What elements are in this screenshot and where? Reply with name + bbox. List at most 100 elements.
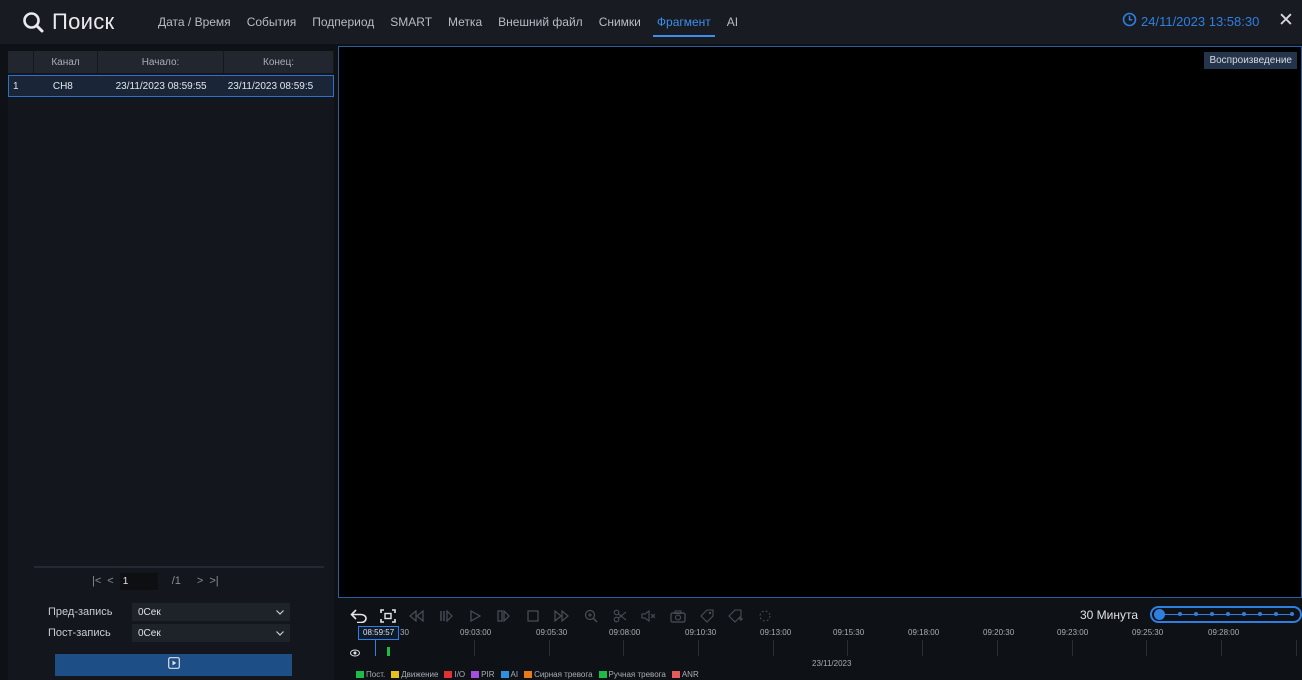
tick-label: 09:03:00 xyxy=(460,628,492,637)
clip-icon[interactable] xyxy=(605,604,634,628)
tab-smart[interactable]: SMART xyxy=(382,0,440,44)
post-record-select[interactable]: 0Сек xyxy=(132,624,290,642)
legend-item: PIR xyxy=(471,670,495,679)
legend-label: ANR xyxy=(681,670,699,679)
next-page-button[interactable]: > xyxy=(197,575,203,587)
first-page-button[interactable]: |< xyxy=(92,575,101,587)
file-list-panel: Канал Начало: Конец: 1 CH8 23/11/2023 08… xyxy=(8,51,334,680)
timeline-zoom-label: 30 Минута xyxy=(1080,608,1139,622)
page-number-input[interactable] xyxy=(119,572,158,590)
fast-forward-icon[interactable] xyxy=(547,604,576,628)
legend-item: Движение xyxy=(391,670,438,679)
control-icons xyxy=(344,604,779,628)
header-end[interactable]: Конец: xyxy=(224,51,334,73)
timeline-current-time: 08:59:57 xyxy=(358,626,400,640)
zoom-slider-step xyxy=(1226,612,1230,616)
tick-label: 09:15:30 xyxy=(833,628,865,637)
legend-item: Ручная тревога xyxy=(598,670,666,679)
timeline-gridline xyxy=(698,640,699,656)
video-viewport[interactable]: Воспроизведение xyxy=(338,46,1302,598)
system-clock: 24/11/2023 13:58:30 xyxy=(1122,12,1259,30)
timeline-cursor[interactable] xyxy=(375,640,376,656)
volume-icon[interactable] xyxy=(634,604,663,628)
tick-label: 09:13:00 xyxy=(760,628,792,637)
legend-swatch xyxy=(500,671,509,678)
play-icon[interactable] xyxy=(460,604,489,628)
legend-swatch xyxy=(598,671,607,678)
table-header: Канал Начало: Конец: xyxy=(8,51,334,73)
tick-label: 09:10:30 xyxy=(685,628,717,637)
custom-tag-icon[interactable] xyxy=(721,604,750,628)
legend-label: Движение xyxy=(401,670,439,679)
timeline[interactable]: 30 09:03:00 09:05:30 09:08:00 09:10:30 0… xyxy=(338,626,1302,680)
playback-controls: 30 Минута 30 09:03:00 09:05:30 09:08:00 … xyxy=(338,600,1302,680)
table-row[interactable]: 1 CH8 23/11/2023 08:59:55 23/11/2023 08:… xyxy=(8,75,334,97)
step-frame-icon[interactable] xyxy=(489,604,518,628)
zoom-slider-step xyxy=(1258,612,1262,616)
playback-label: Воспроизведение xyxy=(1204,52,1297,69)
tick-label: 09:23:00 xyxy=(1057,628,1089,637)
pagination: |< < /1 > >| xyxy=(92,571,219,591)
play-selected-button[interactable] xyxy=(55,654,292,676)
header-index xyxy=(8,51,34,73)
legend-item: ANR xyxy=(671,670,699,679)
fullscreen-icon[interactable] xyxy=(373,604,402,628)
tab-snapshots[interactable]: Снимки xyxy=(591,0,649,44)
legend-label: AI xyxy=(510,670,519,679)
legend-swatch xyxy=(524,671,533,678)
legend-label: PIR xyxy=(481,670,495,679)
pre-record-select[interactable]: 0Сек xyxy=(132,603,290,621)
close-icon[interactable]: ✕ xyxy=(1278,11,1294,31)
tab-subperiod[interactable]: Подпериод xyxy=(304,0,382,44)
chevron-down-icon xyxy=(276,628,284,639)
zoom-slider-knob[interactable] xyxy=(1154,609,1165,620)
zoom-in-icon[interactable] xyxy=(576,604,605,628)
row-channel: CH8 xyxy=(52,80,73,92)
timeline-gridline xyxy=(549,640,550,656)
tick-label: 09:05:30 xyxy=(536,628,568,637)
timeline-zoom-slider[interactable] xyxy=(1150,606,1302,623)
play-icon xyxy=(167,656,180,674)
post-record-value: 0Сек xyxy=(138,627,161,639)
header-start[interactable]: Начало: xyxy=(98,51,224,73)
legend-swatch xyxy=(471,671,480,678)
tick-label: 30 xyxy=(400,628,409,637)
tick-label: 09:20:30 xyxy=(983,628,1015,637)
zoom-slider-step xyxy=(1274,612,1278,616)
pre-record-row: Пред-запись 0Сек xyxy=(48,603,290,621)
prev-page-button[interactable]: < xyxy=(107,575,113,587)
pre-record-label: Пред-запись xyxy=(48,606,113,618)
tab-date-time[interactable]: Дата / Время xyxy=(150,0,239,44)
brand: Поиск xyxy=(22,6,114,38)
legend-item: I/O xyxy=(444,670,465,679)
tag-icon[interactable] xyxy=(692,604,721,628)
search-icon xyxy=(22,11,44,33)
last-page-button[interactable]: >| xyxy=(209,575,218,587)
rewind-icon[interactable] xyxy=(402,604,431,628)
tab-fragment[interactable]: Фрагмент xyxy=(649,0,719,44)
clock-icon xyxy=(1122,12,1137,30)
recording-segment[interactable] xyxy=(387,647,390,656)
tick-label: 09:25:30 xyxy=(1132,628,1164,637)
dewarp-icon[interactable] xyxy=(750,604,779,628)
header-channel[interactable]: Канал xyxy=(34,51,98,73)
back-icon[interactable] xyxy=(344,604,373,628)
list-scrollbar[interactable] xyxy=(34,566,324,568)
tab-ai[interactable]: AI xyxy=(719,0,746,44)
post-record-row: Пост-запись 0Сек xyxy=(48,624,290,642)
top-bar: Поиск Дата / Время События Подпериод SMA… xyxy=(0,0,1302,44)
stop-icon[interactable] xyxy=(518,604,547,628)
tick-label: 09:08:00 xyxy=(609,628,641,637)
chevron-down-icon xyxy=(276,607,284,618)
tab-bar: Дата / Время События Подпериод SMART Мет… xyxy=(150,0,746,44)
camera-icon[interactable] xyxy=(663,604,692,628)
row-start: 23/11/2023 08:59:55 xyxy=(115,80,207,92)
eye-icon[interactable] xyxy=(350,644,360,662)
tab-events[interactable]: События xyxy=(239,0,305,44)
pause-icon[interactable] xyxy=(431,604,460,628)
tab-tag[interactable]: Метка xyxy=(440,0,490,44)
timeline-gridline xyxy=(922,640,923,656)
timeline-gridline xyxy=(1296,640,1297,656)
tab-external-file[interactable]: Внешний файл xyxy=(490,0,591,44)
row-end: 23/11/2023 08:59:5 xyxy=(227,80,314,92)
